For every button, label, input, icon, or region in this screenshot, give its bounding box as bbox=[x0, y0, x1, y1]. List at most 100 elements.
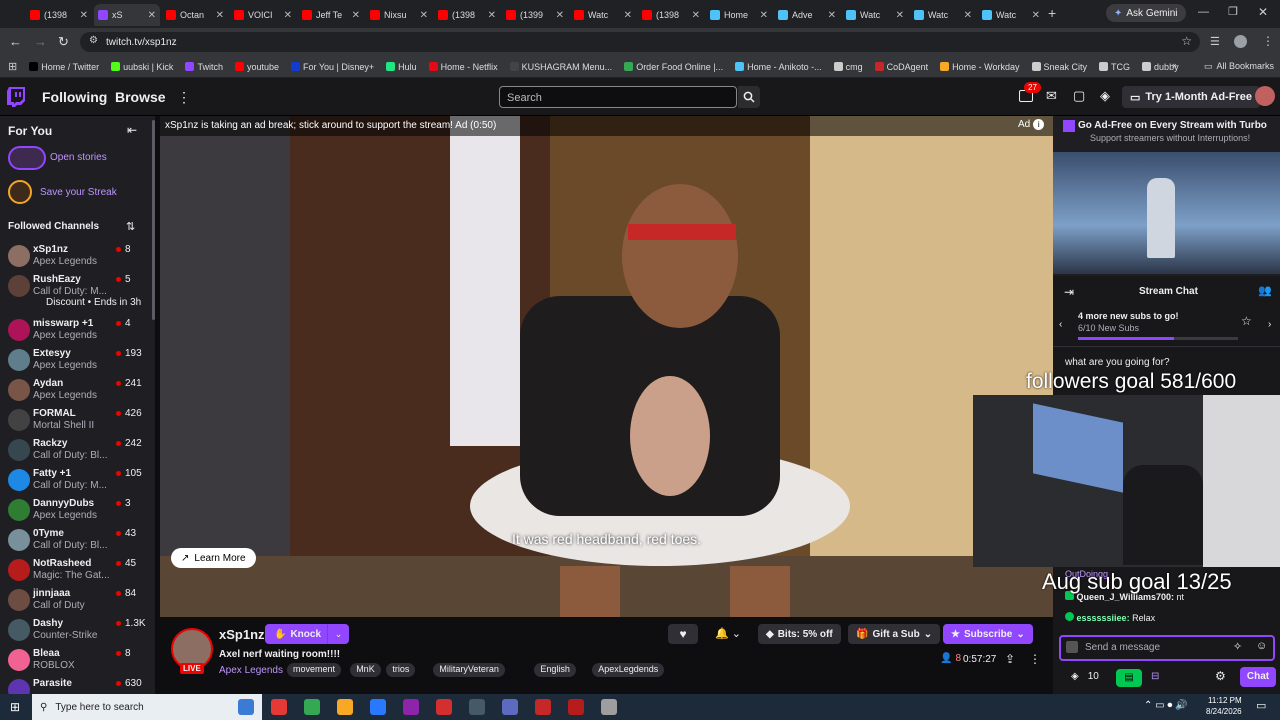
twitch-logo-icon[interactable] bbox=[7, 87, 25, 107]
video-player[interactable]: xSp1nz is taking an ad break; stick arou… bbox=[160, 116, 1053, 617]
windows-start-icon[interactable]: ⊞ bbox=[10, 700, 20, 714]
close-tab-icon[interactable]: ✕ bbox=[624, 10, 632, 21]
browser-tab[interactable]: (1398 ✕ bbox=[638, 4, 704, 26]
bookmark-item[interactable]: Home - Netflix bbox=[428, 62, 498, 72]
close-tab-icon[interactable]: ✕ bbox=[1032, 10, 1040, 21]
turbo-promo[interactable]: Go Ad-Free on Every Stream with Turbo Su… bbox=[1053, 116, 1280, 276]
browser-tab[interactable]: Watc ✕ bbox=[978, 4, 1044, 26]
channel-name[interactable]: xSp1nz bbox=[219, 627, 265, 642]
learn-more-button[interactable]: ↗ Learn More bbox=[171, 548, 256, 568]
stream-tag[interactable]: MnK bbox=[350, 663, 381, 677]
more-menu-icon[interactable]: ⋮ bbox=[177, 89, 191, 106]
bookmark-item[interactable]: CoDAgent bbox=[874, 62, 928, 72]
task-view-icon[interactable] bbox=[238, 699, 254, 715]
whispers-icon[interactable]: ✉ bbox=[1046, 88, 1057, 104]
predictions-icon[interactable]: ⊟ bbox=[1151, 671, 1159, 682]
stream-tag[interactable]: MilitaryVeteran bbox=[433, 663, 505, 677]
follow-heart-button[interactable]: ♥ bbox=[668, 624, 698, 644]
ask-gemini-button[interactable]: ✦ Ask Gemini bbox=[1106, 4, 1186, 22]
clock-time[interactable]: 11:12 PM bbox=[1208, 696, 1242, 705]
close-window-button[interactable]: ✕ bbox=[1258, 5, 1268, 19]
app-icon[interactable] bbox=[502, 699, 518, 715]
close-tab-icon[interactable]: ✕ bbox=[760, 10, 768, 21]
close-tab-icon[interactable]: ✕ bbox=[420, 10, 428, 21]
bits-icon[interactable]: ◈ bbox=[1100, 88, 1110, 104]
browse-link[interactable]: Browse bbox=[115, 89, 166, 105]
browser-tab[interactable]: VOICI ✕ bbox=[230, 4, 296, 26]
emote-card-icon[interactable] bbox=[1066, 641, 1078, 653]
search-input[interactable]: Search bbox=[499, 86, 737, 108]
followed-channel-item[interactable]: Fatty +1 Call of Duty: M... 105 bbox=[0, 466, 155, 496]
chat-username[interactable]: essssssiiee: bbox=[1077, 613, 1130, 623]
file-explorer-icon[interactable] bbox=[337, 699, 353, 715]
close-tab-icon[interactable]: ✕ bbox=[284, 10, 292, 21]
site-info-icon[interactable]: ⚙ bbox=[89, 35, 98, 46]
star-outline-icon[interactable]: ☆ bbox=[1241, 314, 1252, 328]
bookmark-item[interactable]: Home - Workday bbox=[940, 62, 1020, 72]
followed-channel-item[interactable]: 0Tyme Call of Duty: Bl... 43 bbox=[0, 526, 155, 556]
browser-tab[interactable]: Jeff Te ✕ bbox=[298, 4, 364, 26]
channel-points[interactable]: ◈ 10 bbox=[1071, 671, 1099, 682]
close-tab-icon[interactable]: ✕ bbox=[964, 10, 972, 21]
steam-icon[interactable] bbox=[436, 699, 452, 715]
search-button[interactable] bbox=[738, 86, 760, 108]
chrome-icon[interactable] bbox=[304, 699, 320, 715]
bookmarks-overflow-icon[interactable]: » bbox=[1172, 60, 1177, 70]
forward-icon[interactable]: → bbox=[34, 34, 47, 49]
chat-input[interactable]: Send a message ✧ ☺ bbox=[1059, 635, 1275, 661]
followed-channel-item[interactable]: jinnjaaa Call of Duty 84 bbox=[0, 586, 155, 616]
turbo-button[interactable]: ▭ Try 1-Month Ad-Free bbox=[1122, 86, 1260, 108]
star-icon[interactable]: ☆ bbox=[1181, 34, 1192, 48]
game-link[interactable]: Apex Legends bbox=[219, 665, 283, 676]
stream-tag[interactable]: movement bbox=[287, 663, 342, 677]
media-icon[interactable] bbox=[403, 699, 419, 715]
close-tab-icon[interactable]: ✕ bbox=[828, 10, 836, 21]
app-icon[interactable] bbox=[469, 699, 485, 715]
bookmark-item[interactable]: TCG bbox=[1099, 62, 1130, 72]
gift-sub-button[interactable]: 🎁 Gift a Sub ⌄ bbox=[848, 624, 941, 644]
bits-discount-button[interactable]: ◆ Bits: 5% off bbox=[758, 624, 841, 644]
browser-tab[interactable]: (1398 ✕ bbox=[26, 4, 92, 26]
app-icon[interactable] bbox=[271, 699, 287, 715]
bookmark-item[interactable]: Home / Twitter bbox=[29, 62, 99, 72]
save-streak-item[interactable]: Save your Streak bbox=[8, 180, 153, 206]
address-field[interactable]: ⚙ twitch.tv/xsp1nz ☆ bbox=[80, 32, 1200, 52]
stream-tag[interactable]: English bbox=[534, 663, 576, 677]
extensions-icon[interactable]: ☰ bbox=[1210, 35, 1220, 48]
bookmark-item[interactable]: youtube bbox=[234, 62, 279, 72]
sidebar-scrollbar[interactable] bbox=[152, 120, 155, 320]
apps-grid-icon[interactable]: ⊞ bbox=[8, 60, 17, 73]
next-arrow-icon[interactable]: › bbox=[1268, 319, 1271, 330]
collapse-chat-icon[interactable]: ⇥ bbox=[1064, 285, 1074, 299]
bookmark-item[interactable]: Twitch bbox=[185, 62, 223, 72]
browser-tab[interactable]: Watc ✕ bbox=[570, 4, 636, 26]
bookmark-item[interactable]: For You | Disney+ bbox=[290, 62, 374, 72]
clock-date[interactable]: 8/24/2026 bbox=[1206, 707, 1242, 716]
followed-channel-item[interactable]: NotRasheed Magic: The Gat... 45 bbox=[0, 556, 155, 586]
open-stories-item[interactable]: Open stories bbox=[8, 146, 153, 170]
followed-channel-item[interactable]: RushEazy Call of Duty: M... 5 Discount • En… bbox=[0, 272, 155, 308]
followed-channel-item[interactable]: xSp1nz Apex Legends 8 bbox=[0, 242, 155, 272]
profile-avatar[interactable] bbox=[1234, 35, 1247, 48]
kebab-menu-icon[interactable]: ⋮ bbox=[1262, 34, 1274, 48]
close-tab-icon[interactable]: ✕ bbox=[692, 10, 700, 21]
adobe-icon[interactable] bbox=[568, 699, 584, 715]
followed-channel-item[interactable]: DannyyDubs Apex Legends 3 bbox=[0, 496, 155, 526]
chat-settings-icon[interactable]: ⚙ bbox=[1215, 669, 1226, 683]
bookmark-item[interactable]: Sneak City bbox=[1031, 62, 1087, 72]
stream-tag[interactable]: ApexLegdends bbox=[592, 663, 665, 677]
collapse-sidebar-icon[interactable]: ⇤ bbox=[127, 123, 137, 137]
browser-tab[interactable]: xS ✕ bbox=[94, 4, 160, 26]
taskbar-search[interactable]: ⚲ Type here to search bbox=[32, 694, 262, 720]
followed-channel-item[interactable]: Aydan Apex Legends 241 bbox=[0, 376, 155, 406]
close-tab-icon[interactable]: ✕ bbox=[80, 10, 88, 21]
user-avatar[interactable] bbox=[1255, 86, 1275, 106]
browser-tab[interactable]: Watc ✕ bbox=[842, 4, 908, 26]
ad-badge[interactable]: Ad i bbox=[1018, 119, 1045, 130]
bookmark-item[interactable]: KUSHAGRAM Menu... bbox=[509, 62, 612, 72]
restore-button[interactable]: ❐ bbox=[1228, 5, 1238, 18]
back-icon[interactable]: ← bbox=[9, 34, 22, 49]
browser-tab[interactable]: (1399 ✕ bbox=[502, 4, 568, 26]
reload-icon[interactable]: ↻ bbox=[58, 34, 69, 50]
prev-arrow-icon[interactable]: ‹ bbox=[1059, 319, 1062, 330]
